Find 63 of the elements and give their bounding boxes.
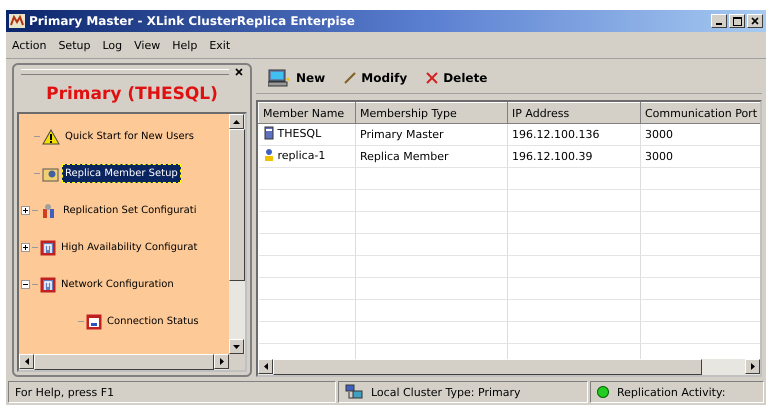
table-cell: 3000 — [640, 124, 760, 146]
panel-title: Primary (THESQL) — [45, 83, 219, 106]
table-cell: Replica Member — [356, 146, 508, 168]
warning-icon — [42, 128, 60, 144]
down-arrow-icon[interactable] — [233, 344, 240, 348]
tree-item[interactable]: High Availability Configurat — [58, 238, 200, 257]
column-header[interactable]: Membership Type — [356, 102, 508, 124]
window-title: Primary Master - XLink ClusterReplica Enterpise — [29, 14, 356, 28]
menu-item[interactable]: Action — [12, 38, 46, 52]
table-cell: 196.12.100.136 — [508, 124, 640, 146]
collapse-icon[interactable] — [21, 280, 30, 289]
tree-item[interactable]: Replica Member Setup — [62, 164, 181, 183]
maximize-button[interactable] — [729, 14, 745, 28]
status-text: Local Cluster Type: Primary — [371, 386, 521, 398]
status-text: For Help, press F1 — [8, 381, 336, 403]
up-arrow-icon[interactable] — [233, 120, 240, 124]
tree-item[interactable]: Quick Start for New Users — [62, 127, 197, 146]
network-icon — [40, 276, 56, 292]
table-cell: 196.12.100.39 — [508, 146, 640, 168]
maximize-icon — [732, 16, 742, 26]
close-icon — [751, 17, 759, 25]
menu-item[interactable]: Setup — [58, 38, 90, 52]
status-window-icon — [86, 314, 102, 330]
status-text: Replication Activity: — [617, 386, 726, 398]
tree-item[interactable]: Connection Status — [104, 312, 202, 331]
table-cell: THESQL — [258, 124, 356, 146]
column-header[interactable]: Communication Port — [640, 102, 760, 124]
computer-icon — [268, 69, 292, 87]
column-header[interactable]: Member Name — [258, 102, 356, 124]
delete-icon — [425, 71, 440, 85]
tree-item[interactable]: Replication Set Configurati — [60, 201, 200, 220]
toolbar-button[interactable]: Modify — [339, 69, 412, 87]
tree-item[interactable]: Network Configuration — [58, 275, 177, 294]
network-computers-icon — [345, 384, 363, 400]
close-button[interactable] — [747, 14, 763, 28]
server-icon — [262, 126, 274, 140]
app-icon — [9, 14, 25, 28]
user-icon — [262, 148, 274, 162]
network-icon — [40, 240, 56, 256]
table-cell: 3000 — [640, 146, 760, 168]
table-cell: Primary Master — [356, 124, 508, 146]
menu-item[interactable]: Exit — [209, 38, 230, 52]
menu-item[interactable]: Help — [172, 38, 198, 52]
minimize-button[interactable] — [711, 14, 727, 28]
table-cell: replica-1 — [258, 146, 356, 168]
horizontal-scrollbar[interactable] — [19, 354, 245, 370]
pencil-icon — [343, 71, 358, 85]
menu-item[interactable]: View — [134, 38, 160, 52]
panel-grip[interactable] — [21, 69, 229, 75]
right-arrow-icon[interactable] — [220, 358, 224, 365]
expand-icon[interactable] — [21, 206, 30, 215]
left-arrow-icon[interactable] — [24, 358, 28, 365]
right-arrow-icon[interactable] — [750, 363, 754, 370]
toolbar-button[interactable]: Delete — [421, 69, 492, 87]
close-icon[interactable] — [235, 68, 243, 76]
column-header[interactable]: IP Address — [508, 102, 640, 124]
toolbar-button[interactable]: New — [264, 67, 330, 89]
menu-item[interactable]: Log — [102, 38, 122, 52]
vertical-scrollbar[interactable] — [229, 114, 245, 354]
horizontal-scrollbar[interactable] — [258, 359, 760, 375]
expand-icon[interactable] — [21, 243, 30, 252]
folder-icon — [42, 166, 60, 182]
left-arrow-icon[interactable] — [264, 363, 268, 370]
